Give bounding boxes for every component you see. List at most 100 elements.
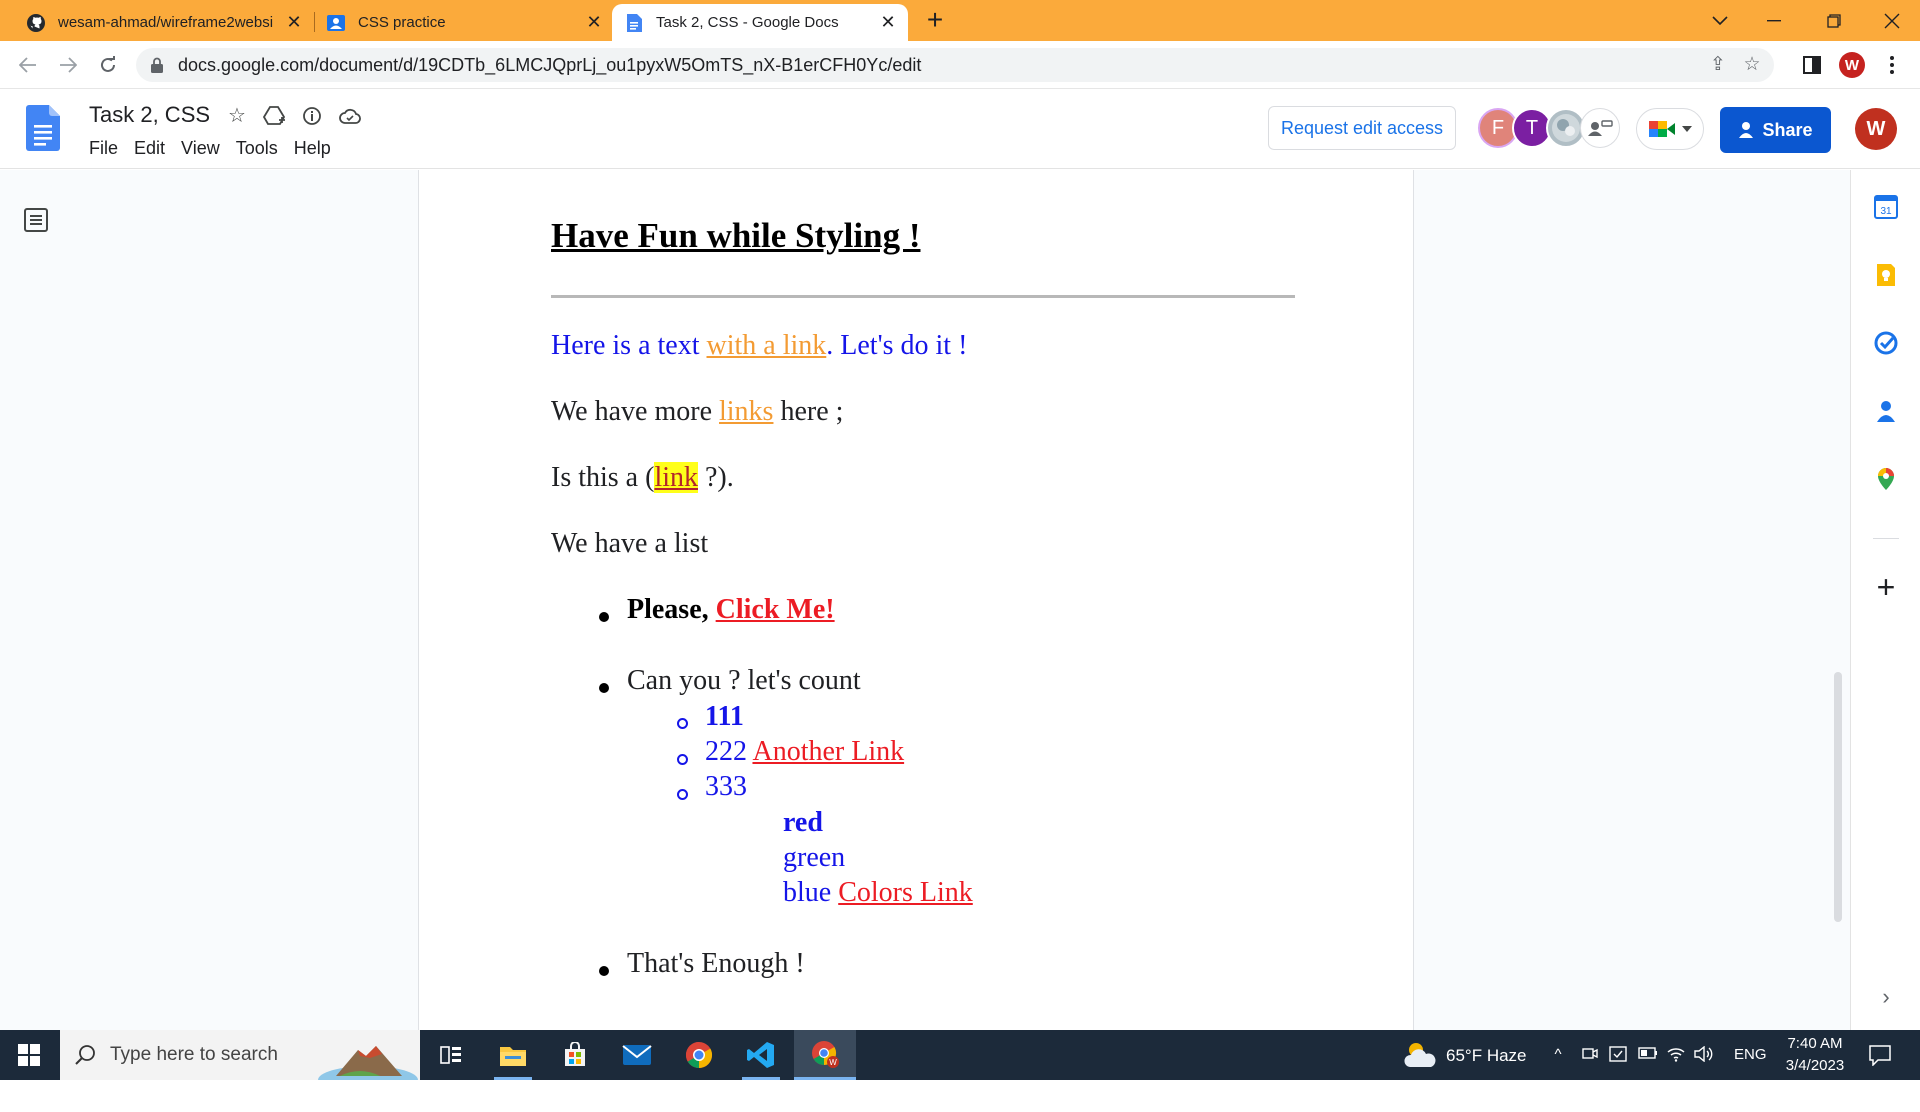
chevron-up-icon[interactable]: ^ — [1548, 1046, 1568, 1064]
clock-time[interactable]: 7:40 AM — [1784, 1035, 1846, 1052]
side-panel-icon[interactable] — [1796, 49, 1828, 81]
maps-icon[interactable] — [1873, 466, 1899, 492]
tab-search-icon[interactable] — [1690, 4, 1750, 38]
add-addon-icon[interactable]: + — [1871, 571, 1901, 603]
text: here ; — [773, 396, 844, 427]
contacts-icon[interactable] — [1873, 398, 1899, 424]
document-title[interactable]: Task 2, CSS — [89, 102, 210, 128]
vscode-icon[interactable] — [730, 1030, 792, 1080]
info-icon[interactable] — [299, 103, 325, 129]
back-icon[interactable] — [12, 49, 44, 81]
inline-link[interactable]: links — [719, 396, 773, 427]
share-button[interactable]: Share — [1720, 107, 1831, 153]
battery-icon[interactable] — [1638, 1046, 1658, 1064]
sublist-bullet — [677, 789, 688, 800]
task-view-icon[interactable] — [420, 1030, 482, 1080]
highlighted-link[interactable]: link — [654, 462, 698, 493]
chrome-icon[interactable] — [668, 1030, 730, 1080]
list-bullet — [599, 612, 609, 622]
chevron-right-icon[interactable]: › — [1875, 986, 1897, 1008]
close-icon[interactable]: ✕ — [584, 12, 604, 32]
keep-icon[interactable] — [1873, 262, 1899, 288]
windows-taskbar: Type here to search W 65°F Haze ^ ENG 7:… — [0, 1030, 1920, 1080]
tab-css-practice[interactable]: CSS practice ✕ — [314, 4, 614, 41]
google-docs-logo[interactable] — [26, 105, 60, 151]
document-outline-icon[interactable] — [22, 206, 50, 234]
side-panel: 31 + › — [1850, 170, 1920, 1030]
new-tab-button[interactable]: + — [920, 6, 950, 36]
close-icon[interactable]: ✕ — [284, 12, 304, 32]
close-window-icon[interactable] — [1862, 4, 1920, 38]
document-heading: Have Fun while Styling ! — [551, 216, 921, 255]
cloud-status-icon[interactable] — [337, 103, 363, 129]
click-me-link[interactable]: Click Me! — [716, 594, 835, 625]
restore-icon[interactable] — [1804, 4, 1864, 38]
account-avatar[interactable]: W — [1855, 108, 1897, 150]
clock-date[interactable]: 3/4/2023 — [1780, 1057, 1850, 1074]
security-icon[interactable] — [1608, 1046, 1628, 1064]
another-link[interactable]: Another Link — [752, 736, 904, 767]
colors-link[interactable]: Colors Link — [838, 877, 973, 908]
color-item-blue: blue Colors Link — [783, 877, 973, 909]
meet-button[interactable] — [1636, 108, 1704, 150]
tab-github[interactable]: wesam-ahmad/wireframe2websi ✕ — [14, 4, 314, 41]
windows-start-icon[interactable] — [18, 1044, 40, 1066]
classroom-icon — [326, 13, 346, 33]
paragraph-4: We have a list — [551, 528, 709, 559]
chrome-profile-icon[interactable]: W — [794, 1030, 856, 1080]
volume-icon[interactable] — [1694, 1045, 1714, 1064]
github-icon — [26, 13, 46, 33]
mail-icon[interactable] — [606, 1030, 668, 1080]
docs-header: Task 2, CSS ☆ File Edit View Tools Help … — [0, 90, 1920, 169]
kebab-menu-icon[interactable] — [1876, 49, 1908, 81]
search-icon — [75, 1045, 95, 1065]
tab-title: Task 2, CSS - Google Docs — [656, 14, 839, 31]
weather-text[interactable]: 65°F Haze — [1446, 1046, 1527, 1066]
color-item-green: green — [783, 842, 846, 873]
bookmark-star-icon[interactable]: ☆ — [1740, 54, 1764, 76]
drive-move-icon[interactable] — [261, 103, 287, 129]
weather-icon[interactable] — [1404, 1040, 1438, 1070]
meet-icon — [1649, 121, 1675, 137]
taskbar-search[interactable]: Type here to search — [60, 1030, 420, 1080]
text: blue — [783, 877, 839, 908]
inline-link[interactable]: with a link — [707, 330, 827, 361]
language-indicator[interactable]: ENG — [1734, 1046, 1767, 1063]
minimize-icon[interactable] — [1744, 4, 1804, 38]
microsoft-store-icon[interactable] — [544, 1030, 606, 1080]
paragraph-3: Is this a (link ?). — [551, 462, 734, 494]
sublist-item: 111 — [705, 701, 744, 732]
reload-icon[interactable] — [92, 49, 124, 81]
menu-edit[interactable]: Edit — [129, 138, 170, 159]
tab-google-docs[interactable]: Task 2, CSS - Google Docs ✕ — [612, 4, 908, 41]
notifications-icon[interactable] — [1868, 1044, 1892, 1067]
more-viewers-icon[interactable] — [1580, 108, 1620, 148]
sublist-bullet — [677, 718, 688, 729]
file-explorer-icon[interactable] — [482, 1030, 544, 1080]
menu-help[interactable]: Help — [289, 138, 336, 159]
side-panel-divider — [1873, 538, 1899, 539]
wifi-icon[interactable] — [1666, 1046, 1686, 1064]
address-bar[interactable]: docs.google.com/document/d/19CDTb_6LMCJQ… — [136, 48, 1774, 82]
meet-now-icon[interactable] — [1580, 1046, 1600, 1064]
menu-view[interactable]: View — [176, 138, 225, 159]
list-item: Can you ? let's count — [627, 665, 861, 696]
menu-file[interactable]: File — [84, 138, 123, 159]
profile-initial: W — [1839, 52, 1865, 78]
share-page-icon[interactable]: ⇪ — [1706, 54, 1730, 76]
url-text[interactable]: docs.google.com/document/d/19CDTb_6LMCJQ… — [178, 55, 921, 76]
request-edit-access-button[interactable]: Request edit access — [1268, 106, 1456, 150]
vertical-scrollbar[interactable] — [1834, 672, 1842, 922]
forward-icon[interactable] — [52, 49, 84, 81]
menu-tools[interactable]: Tools — [231, 138, 283, 159]
profile-avatar[interactable]: W — [1836, 49, 1868, 81]
list-item: That's Enough ! — [627, 948, 805, 979]
text: We have more — [551, 396, 719, 427]
tab-title: CSS practice — [358, 14, 446, 31]
search-placeholder: Type here to search — [110, 1044, 278, 1065]
close-icon[interactable]: ✕ — [878, 12, 898, 32]
calendar-icon[interactable]: 31 — [1873, 194, 1899, 220]
document-page[interactable]: Have Fun while Styling ! Here is a text … — [418, 170, 1414, 1030]
tasks-icon[interactable] — [1873, 330, 1899, 356]
star-icon[interactable]: ☆ — [224, 103, 250, 129]
